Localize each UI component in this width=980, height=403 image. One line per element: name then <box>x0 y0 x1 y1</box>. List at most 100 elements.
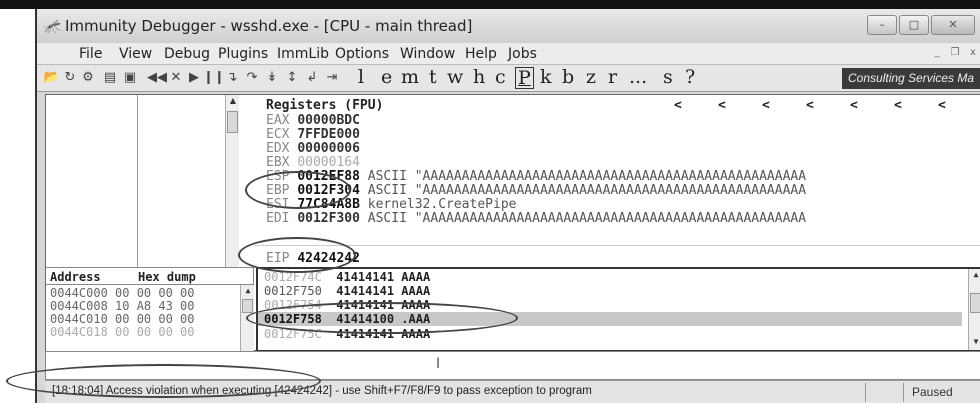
menu-window[interactable]: Window <box>400 46 455 62</box>
mdi-close-button[interactable]: x <box>966 46 980 60</box>
menu-options[interactable]: Options <box>335 46 389 62</box>
menu-help[interactable]: Help <box>465 46 497 62</box>
register-nav-arrow[interactable]: < <box>894 98 902 113</box>
register-eip[interactable]: EIP 42424242 <box>266 251 360 266</box>
stack-row[interactable]: 0012F75C 41414141 AAAA <box>264 327 430 341</box>
stack-scrollbar[interactable]: ▲ ▼ <box>968 269 980 350</box>
menu-immlib[interactable]: ImmLib <box>277 46 329 62</box>
step-into-icon[interactable]: ↴ <box>223 69 241 87</box>
register-nav-arrow[interactable]: < <box>806 98 814 113</box>
address-column-header[interactable]: Address <box>50 270 101 284</box>
toolbar-memory-button[interactable]: m <box>401 66 419 88</box>
register-eax[interactable]: EAX 00000BDC <box>266 113 360 128</box>
toolbar-call-stack-button[interactable]: k <box>540 66 552 88</box>
hex-dump-pane[interactable]: Address Hex dump 0044C000 00 00 00 00 00… <box>46 267 254 352</box>
plugin-icon[interactable]: ⚙ <box>79 69 97 87</box>
disassembly-scrollbar[interactable]: ▲ <box>225 95 239 267</box>
register-nav-arrow[interactable]: < <box>674 98 682 113</box>
execute-till-return-icon[interactable]: ↲ <box>303 69 321 87</box>
scroll-down-arrow-icon[interactable]: ▼ <box>969 336 980 348</box>
rewind-icon[interactable]: ◀◀ <box>147 69 167 87</box>
hex-dump-row[interactable]: 0044C018 00 00 00 00 <box>50 325 195 339</box>
toolbar-cpu-button[interactable]: c <box>495 66 506 88</box>
hex-dump-scrollbar[interactable]: ▲ <box>240 285 254 351</box>
open-icon[interactable]: 📂 <box>43 69 61 87</box>
menu-plugins[interactable]: Plugins <box>218 46 268 62</box>
toolbar-patches-button[interactable]: P <box>515 67 534 89</box>
eip-separator <box>254 245 980 246</box>
go-to-icon[interactable]: ⇥ <box>323 69 341 87</box>
toolbar-run-trace-button[interactable]: ... <box>629 66 647 88</box>
hex-dump-row[interactable]: 0044C000 00 00 00 00 <box>50 286 195 300</box>
trace-over-icon[interactable]: ↕ <box>283 69 301 87</box>
toolbar-threads-button[interactable]: t <box>429 66 437 88</box>
immunity-app-icon: 🦟 <box>43 17 62 35</box>
register-ebp[interactable]: EBP 0012F304 ASCII "AAAAAAAAAAAAAAAAAAAA… <box>266 183 806 198</box>
hex-dump-row[interactable]: 0044C010 00 00 00 00 <box>50 312 195 326</box>
stack-row[interactable]: 0012F750 41414141 AAAA <box>264 284 430 298</box>
scroll-up-arrow-icon[interactable]: ▲ <box>241 285 255 297</box>
hex-dump-column-header[interactable]: Hex dump <box>138 270 196 284</box>
status-divider <box>865 383 866 402</box>
toolbar-executable-modules-button[interactable]: e <box>381 66 392 88</box>
maximize-button[interactable]: □ <box>899 15 929 35</box>
terminal-icon[interactable]: ▣ <box>121 69 139 87</box>
toolbar-help-button[interactable]: ? <box>685 66 695 88</box>
scroll-up-arrow-icon[interactable]: ▲ <box>969 269 980 281</box>
minimize-button[interactable]: – <box>867 15 897 35</box>
mdi-restore-button[interactable]: ❐ <box>948 46 962 60</box>
close-button[interactable]: ✕ <box>931 15 975 35</box>
stack-row[interactable]: 0012F754 41414141 AAAA <box>264 298 430 312</box>
stack-row[interactable]: 0012F74C 41414141 AAAA <box>264 270 430 284</box>
status-divider <box>903 383 904 402</box>
status-bar: [18:18:04] Access violation when executi… <box>45 380 980 403</box>
register-edx[interactable]: EDX 00000006 <box>266 141 360 156</box>
register-nav-arrow[interactable]: < <box>762 98 770 113</box>
menu-bar: File View Debug Plugins ImmLib Options W… <box>37 43 980 65</box>
toolbar-references-button[interactable]: r <box>608 66 617 88</box>
menu-jobs[interactable]: Jobs <box>508 46 537 62</box>
menu-view[interactable]: View <box>119 46 152 62</box>
play-icon[interactable]: ▶ <box>185 69 203 87</box>
disassembly-column-divider[interactable] <box>137 95 138 267</box>
registers-pane[interactable]: Registers (FPU) < < < < < < < EAX 00000B… <box>254 95 980 267</box>
toolbar-source-button[interactable]: s <box>663 66 673 88</box>
text-cursor-icon: I <box>436 356 441 372</box>
toolbar-windows-button[interactable]: w <box>447 66 463 88</box>
scroll-thumb[interactable] <box>242 299 253 313</box>
stack-pane[interactable]: 0012F74C 41414141 AAAA 0012F750 41414141… <box>256 267 980 352</box>
register-nav-arrow[interactable]: < <box>850 98 858 113</box>
disassembly-pane[interactable]: ▲ <box>46 95 239 267</box>
toolbar-z-button[interactable]: z <box>586 66 596 88</box>
mdi-minimize-button[interactable]: _ <box>930 46 944 60</box>
registers-title[interactable]: Registers (FPU) <box>266 98 383 113</box>
command-input[interactable]: I <box>45 351 980 380</box>
pause-icon[interactable]: ❙❙ <box>203 69 225 87</box>
title-bar[interactable]: 🦟 Immunity Debugger - wsshd.exe - [CPU -… <box>37 9 980 43</box>
debugger-window: 🦟 Immunity Debugger - wsshd.exe - [CPU -… <box>35 9 980 403</box>
register-esp[interactable]: ESP 0012EF88 ASCII "AAAAAAAAAAAAAAAAAAAA… <box>266 169 806 184</box>
scroll-up-arrow-icon[interactable]: ▲ <box>226 95 240 107</box>
register-esi[interactable]: ESI 77C84A8B kernel32.CreatePipe <box>266 197 516 212</box>
consulting-services-banner[interactable]: Consulting Services Ma <box>842 68 980 89</box>
restart-icon[interactable]: ↻ <box>61 69 79 87</box>
toolbar-handles-button[interactable]: h <box>473 66 485 88</box>
menu-file[interactable]: File <box>79 46 102 62</box>
scroll-thumb[interactable] <box>227 111 238 133</box>
screen-top-border <box>0 0 980 9</box>
stack-row-selected[interactable]: 0012F758 41414100 .AAA <box>258 312 962 326</box>
step-over-icon[interactable]: ↷ <box>243 69 261 87</box>
register-ecx[interactable]: ECX 7FFDE000 <box>266 127 360 142</box>
register-ebx[interactable]: EBX 00000164 <box>266 155 360 170</box>
close-icon[interactable]: ✕ <box>167 69 185 87</box>
trace-into-icon[interactable]: ↡ <box>263 69 281 87</box>
register-edi[interactable]: EDI 0012F300 ASCII "AAAAAAAAAAAAAAAAAAAA… <box>266 211 806 226</box>
hex-dump-row[interactable]: 0044C008 10 A8 43 00 <box>50 299 195 313</box>
toolbar-log-button[interactable]: l <box>358 66 364 88</box>
window-icon[interactable]: ▤ <box>101 69 119 87</box>
toolbar-breakpoints-button[interactable]: b <box>562 66 574 88</box>
menu-debug[interactable]: Debug <box>164 46 210 62</box>
register-nav-arrow[interactable]: < <box>938 98 946 113</box>
scroll-thumb[interactable] <box>970 293 980 313</box>
register-nav-arrow[interactable]: < <box>718 98 726 113</box>
